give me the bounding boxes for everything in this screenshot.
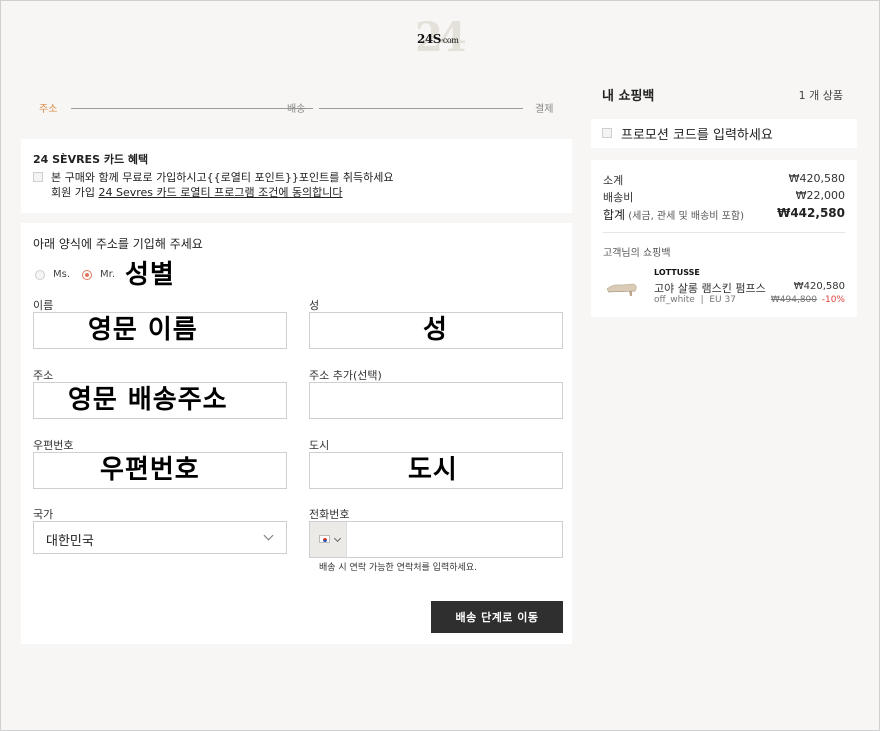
bag-title: 내 쇼핑백	[602, 89, 655, 104]
product-variant: off_white | EU 37	[654, 295, 736, 305]
product-thumbnail[interactable]	[605, 275, 639, 297]
address-label: 주소	[33, 369, 54, 382]
step-payment: 결제	[535, 104, 554, 115]
last-name-annotation: 성	[423, 315, 448, 345]
country-code-select[interactable]	[310, 522, 347, 557]
customer-bag-label: 고객님의 쇼핑백	[603, 248, 671, 259]
city-annotation: 도시	[408, 455, 458, 485]
first-name-input[interactable]: 영문 이름	[33, 312, 287, 349]
logo-text: 24S·com	[417, 32, 459, 46]
order-summary-card: 소계 ₩420,580 배송비 ₩22,000 합계 (세금, 관세 및 배송비…	[591, 160, 857, 317]
promo-code-label: 프로모션 코드를 입력하세요	[621, 128, 773, 143]
city-input[interactable]: 도시	[309, 452, 563, 489]
country-label: 국가	[33, 508, 54, 521]
address2-label: 주소 추가(선택)	[309, 369, 382, 382]
checkout-stepper: 주소 배송 결제	[39, 100, 557, 116]
address-input[interactable]: 영문 배송주소	[33, 382, 287, 419]
benefit-title: 24 SÈVRES 카드 혜택	[33, 153, 149, 166]
bag-item-count: 1 개 상품	[798, 89, 843, 102]
phone-hint: 배송 시 연락 가능한 연락처를 입력하세요.	[319, 563, 477, 573]
chevron-down-icon	[263, 530, 274, 541]
loyalty-benefit-card: 24 SÈVRES 카드 혜택 본 구매와 함께 무료로 가입하시고{{로열티 …	[21, 139, 572, 213]
promo-code-card[interactable]: 프로모션 코드를 입력하세요	[591, 119, 857, 148]
total-row: 합계 (세금, 관세 및 배송비 포함) ₩442,580	[603, 206, 845, 223]
loyalty-checkbox[interactable]	[33, 172, 43, 182]
step-line	[319, 108, 523, 109]
summary-divider	[603, 232, 845, 233]
gender-mr-label: Mr.	[100, 269, 115, 280]
postcode-label: 우편번호	[33, 439, 74, 452]
address-form-card: 아래 양식에 주소를 기입해 주세요 Ms. Mr. 성별 이름 영문 이름 성…	[21, 223, 572, 644]
product-name[interactable]: 고야 살롱 램스킨 펌프스	[654, 280, 766, 296]
postcode-input[interactable]: 우편번호	[33, 452, 287, 489]
total-note: (세금, 관세 및 배송비 포함)	[625, 211, 744, 222]
loyalty-terms-link[interactable]: 24 Sevres 카드 로열티 프로그램 조건에 동의합니다	[98, 186, 342, 199]
first-name-annotation: 영문 이름	[88, 315, 198, 345]
chevron-down-icon	[333, 534, 342, 543]
subtotal-label: 소계	[603, 174, 624, 187]
step-address: 주소	[39, 104, 58, 115]
first-name-label: 이름	[33, 299, 54, 312]
step-shipping: 배송	[287, 104, 306, 115]
address2-input[interactable]	[309, 382, 563, 419]
shipping-label: 배송비	[603, 191, 634, 204]
benefit-line-1: 본 구매와 함께 무료로 가입하시고{{로열티 포인트}}포인트를 취득하세요	[51, 171, 394, 184]
form-title: 아래 양식에 주소를 기입해 주세요	[33, 237, 203, 251]
korea-flag-icon	[319, 535, 330, 543]
address-annotation: 영문 배송주소	[68, 385, 228, 415]
subtotal-value: ₩420,580	[788, 172, 845, 185]
benefit-line-2: 회원 가입 24 Sevres 카드 로열티 프로그램 조건에 동의합니다	[51, 186, 343, 199]
product-price: ₩420,580	[793, 281, 845, 292]
site-logo[interactable]: 24 24S·com	[401, 15, 481, 65]
benefit-text: 본 구매와 함께 무료로 가입하시고{{로열티 포인트}}포인트를 취득하세요 …	[51, 170, 393, 200]
phone-label: 전화번호	[309, 508, 350, 521]
gender-mr-radio[interactable]	[82, 270, 92, 280]
city-label: 도시	[309, 439, 330, 452]
gender-annotation: 성별	[125, 260, 175, 290]
product-old-price: ₩494,800	[770, 295, 817, 305]
gender-ms-radio[interactable]	[35, 270, 45, 280]
total-value: ₩442,580	[777, 206, 845, 220]
continue-to-shipping-button[interactable]: 배송 단계로 이동	[431, 601, 563, 633]
shipping-value: ₩22,000	[795, 189, 845, 202]
shipping-row: 배송비 ₩22,000	[603, 189, 845, 205]
product-discount: -10%	[821, 295, 845, 305]
total-label: 합계	[603, 208, 626, 222]
postcode-annotation: 우편번호	[100, 455, 200, 485]
gender-ms-label: Ms.	[53, 269, 71, 280]
product-brand: LOTTUSSE	[654, 268, 700, 277]
subtotal-row: 소계 ₩420,580	[603, 172, 845, 188]
phone-input[interactable]	[309, 521, 563, 558]
promo-code-checkbox[interactable]	[602, 128, 612, 138]
page-frame: 24 24S·com 주소 배송 결제 24 SÈVRES 카드 혜택 본 구매…	[0, 0, 880, 731]
country-select[interactable]: 대한민국	[33, 521, 287, 554]
step-line	[71, 108, 313, 109]
last-name-input[interactable]: 성	[309, 312, 563, 349]
country-value: 대한민국	[46, 534, 94, 549]
last-name-label: 성	[309, 299, 320, 312]
